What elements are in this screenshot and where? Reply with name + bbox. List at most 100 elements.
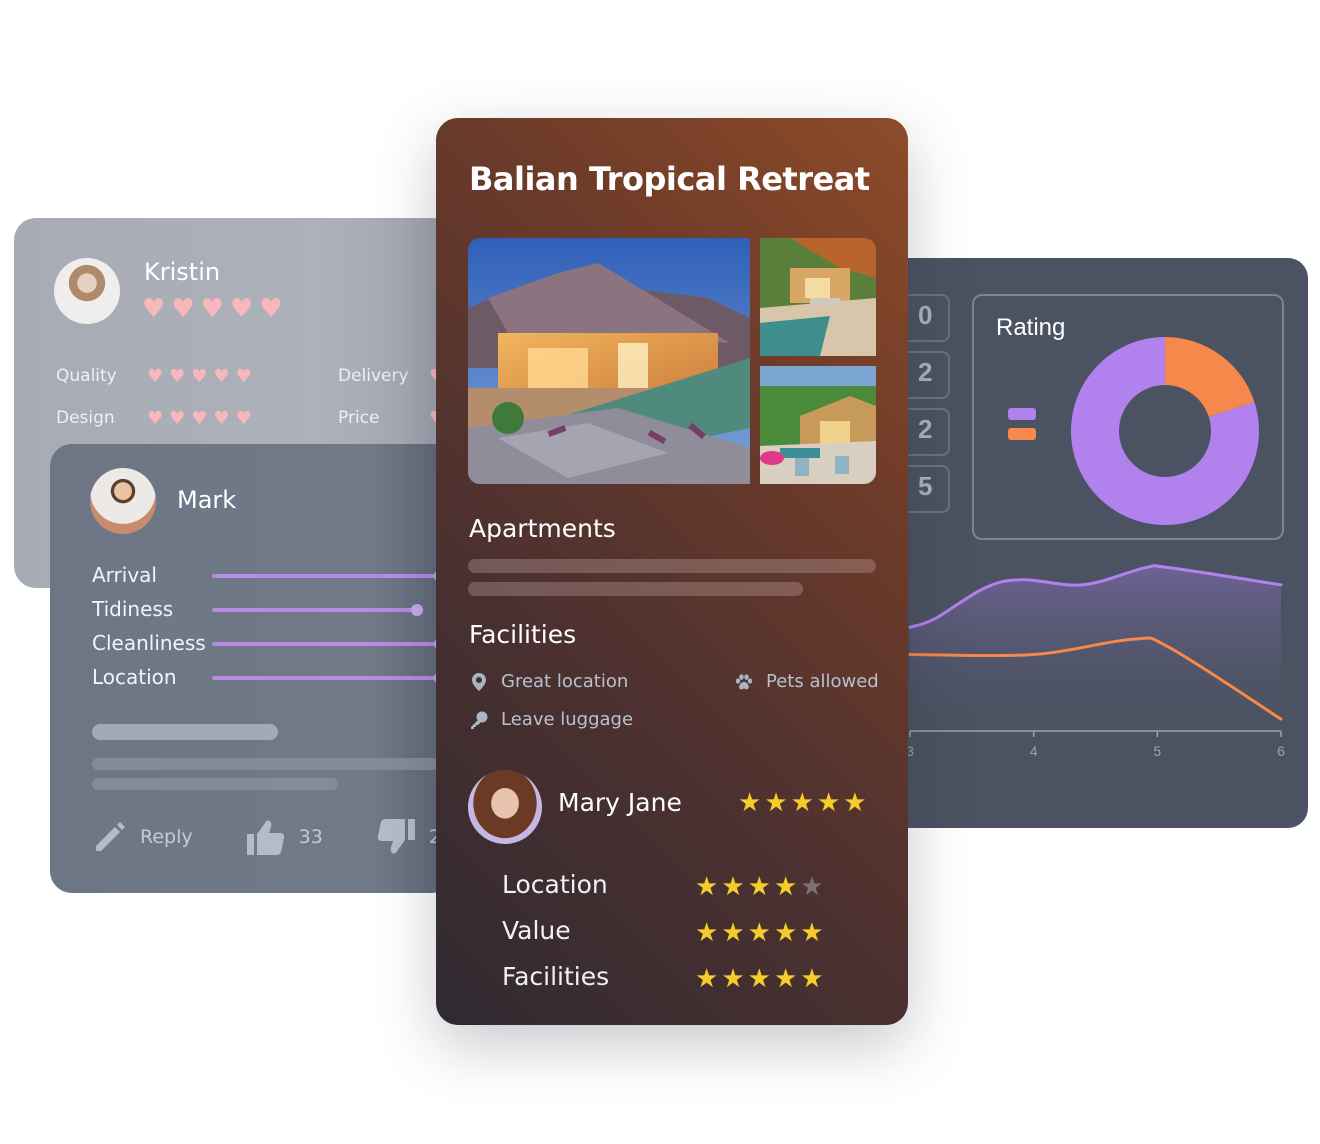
heart-icon: ♥ — [213, 408, 230, 429]
legend-swatch-purple — [1008, 408, 1036, 420]
star-filled-icon: ★ — [843, 788, 867, 818]
villa-pool-image — [468, 238, 750, 484]
facility-pets-allowed: Pets allowed — [734, 671, 879, 692]
stat-value: 5 — [918, 471, 933, 501]
pencil-icon — [96, 822, 125, 851]
star-filled-icon: ★ — [800, 964, 824, 994]
star-filled-icon: ★ — [773, 872, 798, 902]
location-slider[interactable] — [212, 676, 440, 680]
facility-great-location: Great location — [469, 671, 628, 692]
rating-chart-panel: Rating — [972, 294, 1284, 540]
star-filled-icon: ★ — [747, 964, 771, 994]
stat-value: 0 — [918, 300, 933, 330]
star-empty-icon: ★ — [800, 872, 824, 902]
value-star-rating: ★ ★ ★ ★ ★ — [695, 920, 824, 946]
text-placeholder-line — [92, 778, 338, 790]
text-placeholder-line — [92, 758, 452, 770]
overall-hearts-rating: ♥ ♥ ♥ ♥ ♥ — [142, 296, 283, 322]
slider-handle[interactable] — [411, 604, 424, 616]
star-filled-icon: ★ — [695, 964, 719, 994]
facility-label: Leave luggage — [501, 709, 634, 730]
key-icon — [471, 711, 488, 729]
heart-icon: ♥ — [235, 408, 252, 429]
star-filled-icon: ★ — [747, 872, 771, 902]
villa-garden-image — [760, 366, 876, 484]
criterion-label-design: Design — [56, 408, 115, 428]
overall-star-rating: ★ ★ ★ ★ ★ — [738, 790, 867, 816]
heart-icon: ♥ — [169, 366, 186, 387]
rating-chart-title: Rating — [996, 314, 1066, 341]
criterion-label-price: Price — [338, 408, 380, 428]
heart-icon: ♥ — [142, 294, 166, 324]
reviewer-name: Mark — [177, 486, 237, 514]
property-card: Balian Tropical Retreat Apartments Facil… — [436, 118, 908, 1025]
legend-swatch-orange — [1008, 428, 1036, 440]
x-tick-label: 5 — [1153, 743, 1161, 759]
cleanliness-slider[interactable] — [212, 642, 440, 646]
reviewer-name: Mary Jane — [558, 788, 682, 817]
heart-icon: ♥ — [213, 366, 230, 387]
star-filled-icon: ★ — [695, 918, 719, 948]
rating-donut-chart — [1071, 337, 1259, 525]
heart-icon: ♥ — [191, 408, 208, 429]
review-card-mark: Mark Arrival Tidiness Cleanliness Locati… — [50, 444, 454, 893]
x-tick-label: 4 — [1030, 743, 1038, 759]
thumbs-down-icon — [377, 819, 415, 854]
heart-icon: ♥ — [229, 294, 254, 324]
design-hearts: ♥ ♥ ♥ ♥ ♥ — [147, 410, 252, 428]
heart-icon: ♥ — [259, 294, 283, 324]
rating-label-location: Location — [502, 870, 608, 899]
facility-leave-luggage: Leave luggage — [469, 709, 633, 730]
stat-value: 2 — [918, 414, 933, 444]
reviewer-name: Kristin — [144, 258, 221, 286]
location-star-rating: ★ ★ ★ ★ ★ — [695, 874, 824, 900]
text-placeholder-line — [468, 559, 876, 573]
criterion-label-delivery: Delivery — [338, 366, 409, 386]
stat-value: 2 — [918, 357, 933, 387]
criterion-label-tidiness: Tidiness — [92, 597, 174, 621]
avatar-mark — [90, 468, 156, 534]
text-placeholder-heading — [92, 724, 278, 740]
avatar-mary-jane — [468, 770, 542, 844]
criterion-label-cleanliness: Cleanliness — [92, 631, 206, 655]
reply-button[interactable]: Reply — [94, 821, 193, 853]
like-count: 33 — [298, 826, 323, 848]
star-filled-icon: ★ — [773, 918, 798, 948]
criterion-label-arrival: Arrival — [92, 563, 157, 587]
heart-icon: ♥ — [147, 408, 164, 429]
facility-label: Pets allowed — [766, 671, 879, 692]
property-photo-side-1[interactable] — [760, 238, 876, 356]
dislike-button[interactable]: 2 — [377, 819, 441, 855]
property-photo-main[interactable] — [468, 238, 750, 484]
paw-icon — [735, 673, 753, 689]
area-fill-purple — [910, 565, 1281, 731]
tidiness-slider[interactable] — [212, 608, 418, 612]
star-filled-icon: ★ — [721, 964, 745, 994]
villa-courtyard-image — [760, 238, 876, 356]
facilities-heading: Facilities — [469, 620, 577, 649]
heart-icon: ♥ — [235, 366, 252, 387]
review-actions: Reply 33 2 — [94, 819, 495, 855]
property-photo-side-2[interactable] — [760, 366, 876, 484]
donut-slice-orange — [1165, 337, 1255, 417]
rating-label-value: Value — [502, 916, 571, 945]
star-filled-icon: ★ — [721, 918, 745, 948]
property-title: Balian Tropical Retreat — [469, 160, 870, 198]
like-button[interactable]: 33 — [246, 819, 323, 855]
star-filled-icon: ★ — [816, 788, 841, 818]
star-filled-icon: ★ — [747, 918, 771, 948]
criterion-label-location: Location — [92, 665, 177, 689]
thumbs-up-icon — [246, 820, 284, 855]
map-pin-icon — [472, 672, 486, 691]
star-filled-icon: ★ — [800, 918, 824, 948]
heart-icon: ♥ — [191, 366, 208, 387]
reply-label: Reply — [140, 826, 193, 848]
heart-icon: ♥ — [169, 408, 186, 429]
facility-label: Great location — [501, 671, 629, 692]
x-tick-label: 6 — [1277, 743, 1285, 759]
criterion-label-quality: Quality — [56, 366, 117, 386]
star-filled-icon: ★ — [790, 788, 814, 818]
arrival-slider[interactable] — [212, 574, 440, 578]
trend-line-chart: 3456 — [906, 564, 1285, 759]
heart-icon: ♥ — [200, 294, 224, 324]
